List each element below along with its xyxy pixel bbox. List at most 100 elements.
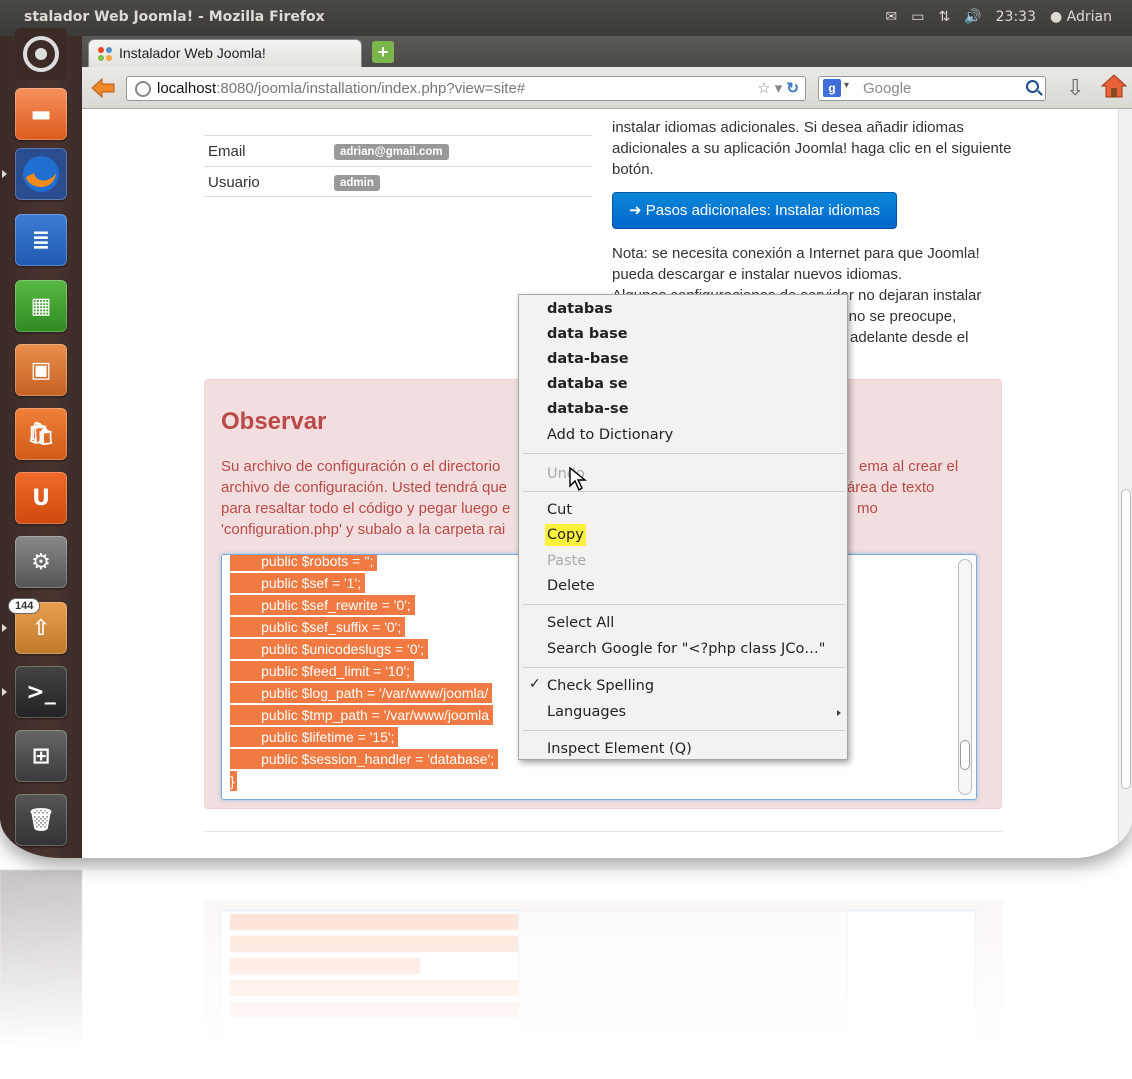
context-menu: databas data base data-base databa se da…: [518, 294, 848, 760]
battery-icon[interactable]: ▭: [911, 9, 924, 25]
select-all-item[interactable]: Select All: [547, 612, 614, 634]
submenu-arrow-icon: [837, 710, 841, 716]
search-icon[interactable]: [1026, 80, 1039, 93]
system-settings-icon[interactable]: ⚙: [15, 536, 67, 588]
joomla-favicon-icon: [98, 47, 112, 61]
dash-home-icon[interactable]: [15, 28, 67, 80]
terminal-icon[interactable]: >_: [15, 666, 67, 718]
add-to-dictionary-item[interactable]: Add to Dictionary: [547, 424, 673, 446]
history-dropdown-icon[interactable]: ▾: [775, 80, 783, 97]
search-bar[interactable]: g ▾ Google: [818, 76, 1046, 101]
delete-item[interactable]: Delete: [547, 575, 595, 597]
divider: [204, 831, 1002, 832]
code-line: public $log_path = '/var/www/joomla/: [230, 683, 493, 703]
user-menu[interactable]: ● Adrian: [1050, 9, 1112, 25]
menu-separator: [523, 604, 845, 605]
tab-bar: Instalador Web Joomla! +: [82, 36, 1132, 67]
google-engine-icon[interactable]: g: [823, 79, 841, 97]
ubuntu-one-icon[interactable]: U: [15, 472, 67, 524]
tab-joomla-installer[interactable]: Instalador Web Joomla!: [88, 39, 362, 67]
spelling-suggestion[interactable]: data base: [547, 323, 628, 345]
check-spelling-item[interactable]: Check Spelling: [547, 675, 654, 697]
mail-icon[interactable]: ✉: [886, 9, 898, 25]
files-icon[interactable]: ▬: [15, 88, 67, 140]
desktop-screen: stalador Web Joomla! - Mozilla Firefox ✉…: [0, 0, 1132, 858]
engine-dropdown-icon[interactable]: ▾: [844, 80, 849, 91]
url-path: :8080/joomla/installation/index.php?view…: [216, 80, 526, 97]
row-label: Usuario: [208, 174, 260, 191]
languages-note-text: Nota: se necesita conexión a Internet pa…: [612, 245, 980, 283]
spelling-suggestion[interactable]: databa-se: [547, 398, 629, 420]
spelling-suggestion[interactable]: databa se: [547, 373, 628, 395]
alert-line: archivo de configuración. Usted tendrá q…: [221, 479, 508, 496]
scrollbar-thumb[interactable]: [1121, 489, 1131, 789]
volume-icon[interactable]: 🔊: [964, 9, 981, 25]
url-tools: ☆ ▾ ↻: [757, 79, 799, 97]
code-line: public $feed_limit = '10';: [230, 661, 415, 681]
code-line: }: [230, 771, 237, 791]
url-bar[interactable]: localhost:8080/joomla/installation/index…: [126, 76, 806, 101]
table-row: Usuario admin: [204, 166, 592, 197]
site-identity-icon[interactable]: [135, 81, 151, 97]
reflection-fade: [0, 870, 1132, 1079]
languages-intro-text: instalar idiomas adicionales. Si desea a…: [612, 119, 1012, 178]
copy-item[interactable]: Copy: [545, 524, 586, 546]
menu-separator: [523, 730, 845, 731]
writer-icon[interactable]: ≣: [15, 214, 67, 266]
alert-line: 'configuration.php' y subalo a la carpet…: [221, 521, 506, 538]
home-icon[interactable]: [1100, 73, 1128, 99]
software-center-icon[interactable]: 🛍: [15, 408, 67, 460]
code-line: public $unicodeslugs = '0';: [230, 639, 429, 659]
install-languages-button[interactable]: ➜ Pasos adicionales: Instalar idiomas: [612, 192, 898, 229]
calc-icon[interactable]: ▦: [15, 280, 67, 332]
code-line: public $sef = '1';: [230, 573, 366, 593]
top-panel: stalador Web Joomla! - Mozilla Firefox ✉…: [0, 0, 1132, 36]
cut-item[interactable]: Cut: [547, 499, 572, 521]
unity-launcher: ▬ ≣ ▦ ▣ 🛍 U ⚙ ⇧ 144 >_ ⊞ 🗑: [0, 28, 82, 858]
mouse-pointer-icon: [569, 466, 587, 492]
code-line: public $session_handler = 'database';: [230, 749, 499, 769]
workspace-switcher-icon[interactable]: ⊞: [15, 730, 67, 782]
site-info-table: Email adrian@gmail.com Usuario admin: [204, 135, 592, 197]
table-row: Email adrian@gmail.com: [204, 135, 592, 166]
reload-icon[interactable]: ↻: [786, 80, 799, 97]
trash-icon[interactable]: 🗑: [15, 794, 67, 846]
window-title: stalador Web Joomla! - Mozilla Firefox: [24, 9, 325, 25]
inspect-element-item[interactable]: Inspect Element (Q): [547, 738, 692, 760]
alert-line: Su archivo de configuración o el directo…: [221, 458, 501, 475]
menu-separator: [523, 453, 845, 454]
alert-title: Observar: [221, 408, 327, 435]
back-arrow-icon[interactable]: [90, 77, 116, 99]
code-line: public $sef_rewrite = '0';: [230, 595, 415, 615]
scrollbar-thumb[interactable]: [960, 740, 970, 770]
alert-line: ema al crear el: [859, 458, 959, 475]
bookmark-star-icon[interactable]: ☆: [757, 80, 770, 97]
navigation-bar: localhost:8080/joomla/installation/index…: [82, 67, 1132, 109]
running-indicator: [2, 624, 7, 632]
download-icon[interactable]: ⇩: [1066, 75, 1084, 101]
network-icon[interactable]: ⇅: [938, 9, 950, 25]
impress-icon[interactable]: ▣: [15, 344, 67, 396]
code-line: public $sef_suffix = '0';: [230, 617, 406, 637]
search-placeholder: Google: [863, 80, 912, 97]
textarea-scrollbar[interactable]: [958, 559, 972, 795]
paste-item[interactable]: Paste: [547, 550, 586, 572]
user-icon: ●: [1050, 9, 1063, 25]
clock[interactable]: 23:33: [996, 9, 1036, 25]
code-line: public $lifetime = '15';: [230, 727, 399, 747]
page-scrollbar[interactable]: [1118, 109, 1132, 858]
menu-separator: [523, 667, 845, 668]
search-google-item[interactable]: Search Google for "<?php class JCo…": [547, 638, 825, 660]
spelling-suggestion[interactable]: data-base: [547, 348, 629, 370]
code-line: public $robots = '';: [230, 555, 378, 571]
code-line: public $tmp_path = '/var/www/joomla: [230, 705, 494, 725]
running-indicator: [2, 688, 7, 696]
tab-title: Instalador Web Joomla!: [119, 45, 266, 61]
firefox-icon[interactable]: [15, 148, 67, 200]
spelling-suggestion[interactable]: databas: [547, 298, 613, 320]
new-tab-button[interactable]: +: [372, 41, 394, 63]
alert-line: mo: [857, 500, 878, 517]
checkmark-icon: ✓: [529, 676, 541, 692]
languages-item[interactable]: Languages: [547, 701, 626, 723]
running-indicator: [2, 170, 7, 178]
